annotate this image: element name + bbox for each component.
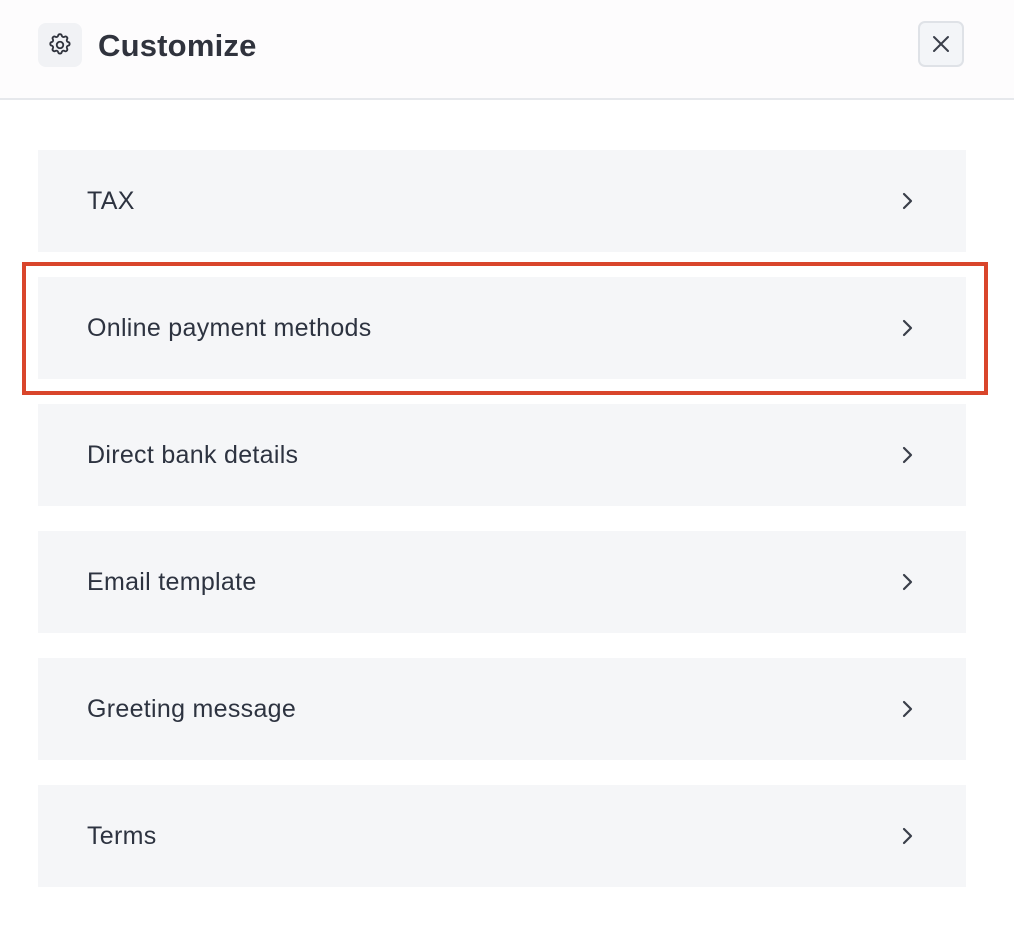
customize-panel: Customize TAX Online payment methods Dir… bbox=[0, 0, 1014, 952]
menu-item-label: Terms bbox=[87, 822, 157, 850]
menu-item-terms[interactable]: Terms bbox=[38, 785, 966, 887]
menu-item-label: TAX bbox=[87, 187, 135, 215]
menu-item-label: Online payment methods bbox=[87, 314, 372, 342]
menu-item-label: Direct bank details bbox=[87, 441, 299, 469]
close-button[interactable] bbox=[918, 21, 964, 67]
menu-item-online-payment-methods[interactable]: Online payment methods bbox=[38, 277, 966, 379]
menu-item-label: Email template bbox=[87, 568, 257, 596]
page-title: Customize bbox=[98, 28, 257, 63]
chevron-right-icon bbox=[902, 192, 913, 210]
menu-item-label: Greeting message bbox=[87, 695, 297, 723]
gear-icon bbox=[38, 23, 82, 67]
menu-item-tax[interactable]: TAX bbox=[38, 150, 966, 252]
chevron-right-icon bbox=[902, 446, 913, 464]
chevron-right-icon bbox=[902, 700, 913, 718]
panel-header: Customize bbox=[0, 0, 1014, 100]
menu-item-email-template[interactable]: Email template bbox=[38, 531, 966, 633]
chevron-right-icon bbox=[902, 573, 913, 591]
close-icon bbox=[933, 36, 949, 52]
chevron-right-icon bbox=[902, 319, 913, 337]
menu-item-greeting-message[interactable]: Greeting message bbox=[38, 658, 966, 760]
menu-item-direct-bank-details[interactable]: Direct bank details bbox=[38, 404, 966, 506]
chevron-right-icon bbox=[902, 827, 913, 845]
